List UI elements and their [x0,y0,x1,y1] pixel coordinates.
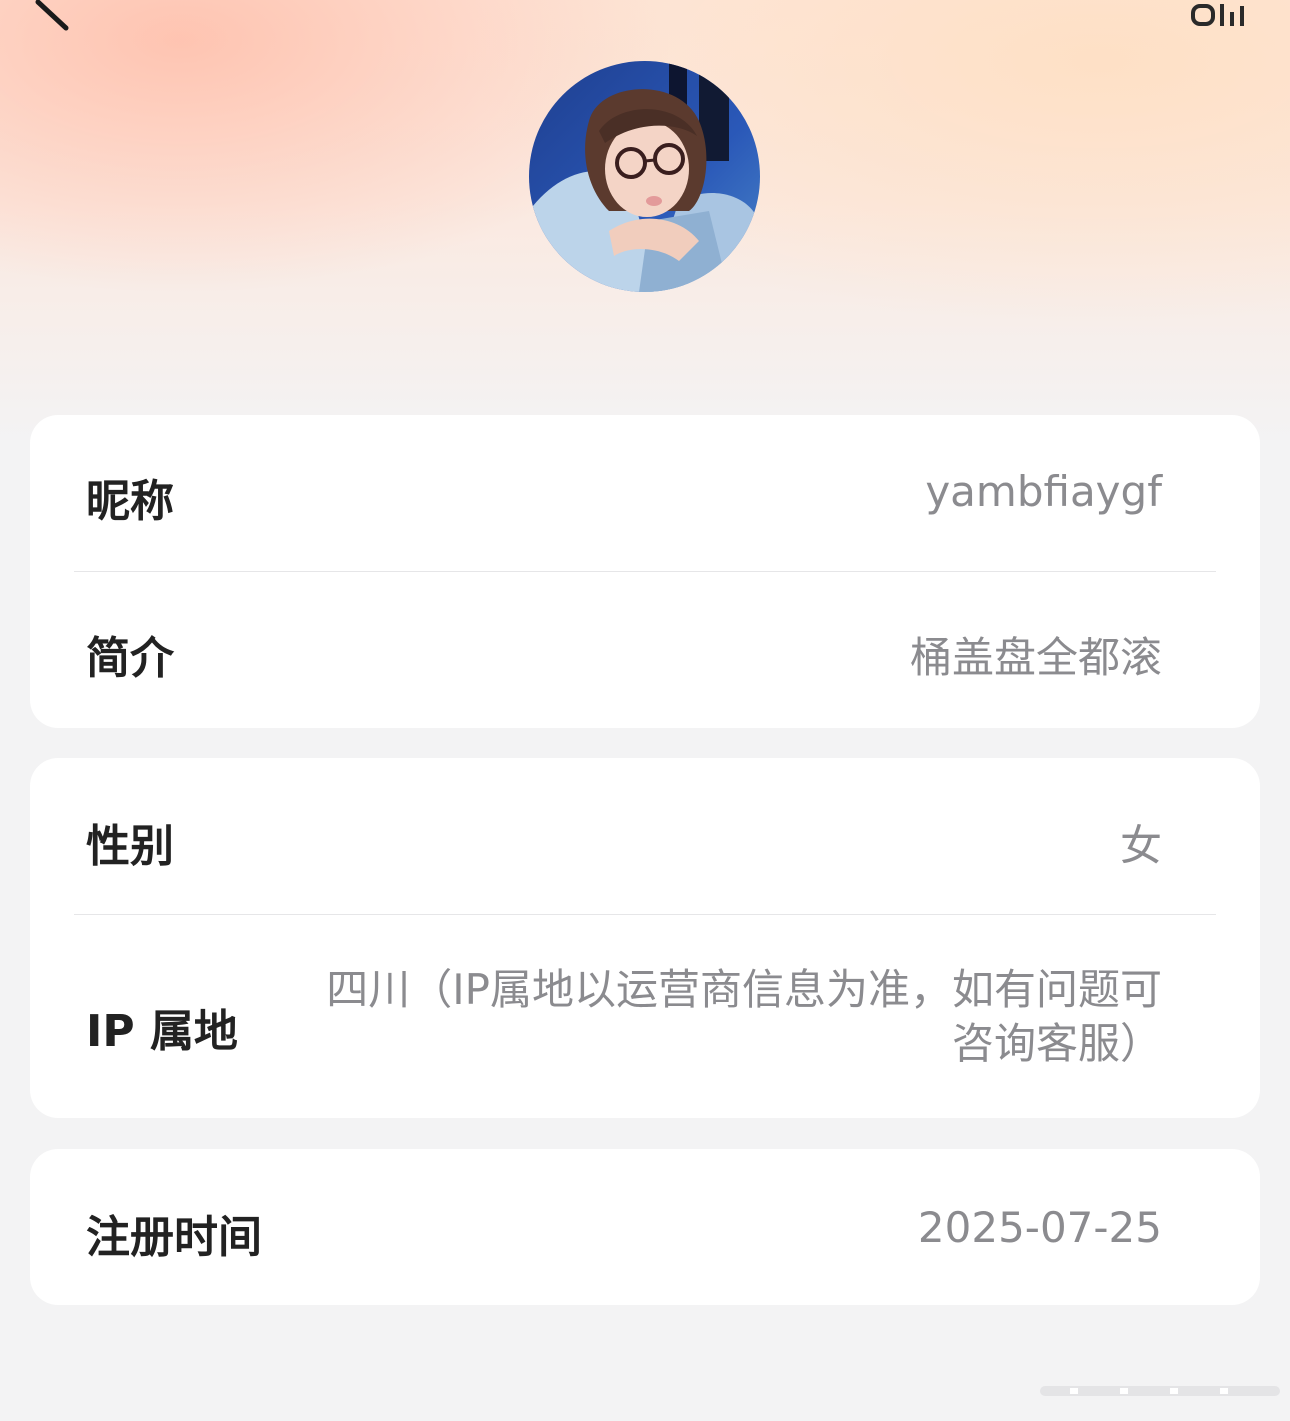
basic-info-card: 昵称 yambfiaygf 简介 桶盖盘全都滚 [30,415,1260,728]
gender-value: 女 [1119,821,1162,870]
registration-row: 注册时间 2025-07-25 [30,1149,1260,1305]
ip-location-value: 四川（IP属地以运营商信息为准，如有问题可咨询客服） [326,965,1162,1068]
registration-label: 注册时间 [86,1212,262,1263]
registration-value: 2025-07-25 [917,1203,1162,1252]
nickname-value: yambfiaygf [925,467,1162,516]
ip-location-label: IP 属地 [86,1006,238,1057]
nickname-row[interactable]: 昵称 yambfiaygf [30,415,1260,571]
back-button[interactable] [24,0,84,40]
bio-label: 简介 [86,633,174,684]
nickname-label: 昵称 [86,476,174,527]
registration-card: 注册时间 2025-07-25 [30,1149,1260,1305]
ip-location-row: IP 属地 四川（IP属地以运营商信息为准，如有问题可咨询客服） [30,915,1260,1118]
gender-row[interactable]: 性别 女 [30,758,1260,914]
chevron-left-icon [35,0,69,31]
bio-value: 桶盖盘全都滚 [909,633,1162,682]
details-card: 性别 女 IP 属地 四川（IP属地以运营商信息为准，如有问题可咨询客服） [30,758,1260,1118]
gender-label: 性别 [86,821,174,872]
corner-watermark-icon [1190,0,1250,32]
avatar[interactable] [529,61,760,292]
scroll-indicator [1040,1383,1280,1397]
user-avatar-photo [529,61,760,292]
bio-row[interactable]: 简介 桶盖盘全都滚 [30,572,1260,728]
